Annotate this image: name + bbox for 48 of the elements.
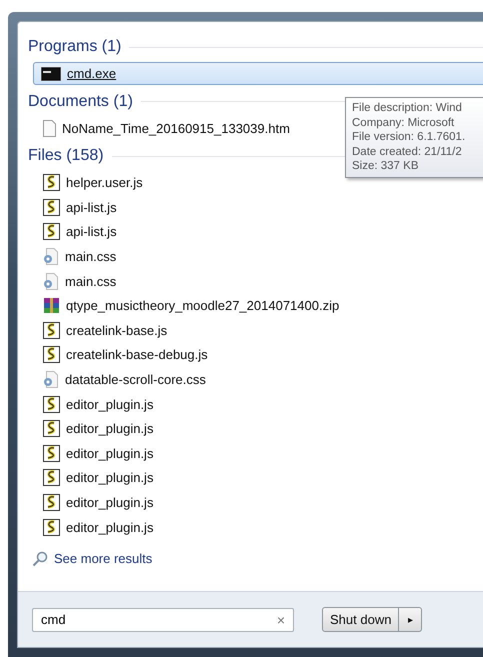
shut-down-button[interactable]: Shut down [322, 607, 400, 632]
tooltip-line: Date created: 21/11/2 [352, 144, 463, 159]
result-item[interactable]: api-list.js [28, 196, 122, 219]
tooltip-line: Company: Microsoft [352, 116, 456, 130]
tooltip-line: File description: Wind [352, 101, 463, 116]
section-heading: Files (158) [28, 147, 104, 166]
script-icon [43, 494, 60, 511]
tooltip-line: Size: 337 KB [352, 159, 420, 174]
console-icon [41, 66, 61, 80]
result-item[interactable]: datatable-scroll-core.css [28, 368, 211, 391]
result-item[interactable]: NoName_Time_20160915_133039.htm [28, 116, 295, 140]
result-item[interactable]: cmd.exe [33, 62, 483, 85]
see-more-link[interactable]: See more results [54, 551, 152, 566]
section-heading: Documents (1) [28, 92, 133, 111]
settings-file-icon [43, 370, 59, 388]
result-item[interactable]: editor_plugin.js [28, 392, 158, 416]
result-item[interactable]: api-list.js [28, 220, 122, 244]
script-icon [43, 198, 60, 216]
settings-file-icon [43, 248, 59, 265]
tooltip-line: File version: 6.1.7601. [352, 130, 466, 144]
result-item[interactable]: helper.user.js [28, 171, 148, 194]
result-item[interactable]: editor_plugin.js [28, 442, 158, 465]
script-icon [43, 346, 60, 364]
script-icon [43, 420, 60, 438]
section-heading: Programs (1) [28, 38, 122, 56]
result-item[interactable]: editor_plugin.js [28, 516, 158, 538]
result-item[interactable]: editor_plugin.js [28, 466, 158, 490]
result-item[interactable]: createlink-base.js [28, 318, 172, 342]
result-item[interactable]: main.css [28, 270, 122, 293]
search-field[interactable]: cmd × [32, 608, 294, 632]
script-icon [43, 322, 60, 339]
clear-button[interactable]: × [276, 612, 285, 628]
result-item[interactable]: editor_plugin.js [28, 417, 158, 440]
result-item[interactable]: main.css [28, 244, 122, 268]
search-icon [32, 550, 48, 566]
script-icon [43, 396, 60, 413]
script-icon [43, 518, 60, 536]
shut-down-options-button[interactable]: ▸ [399, 607, 422, 632]
archive-icon [43, 297, 60, 314]
result-item[interactable]: editor_plugin.js [28, 490, 158, 514]
script-icon [43, 174, 60, 192]
result-item[interactable]: createlink-base-debug.js [28, 343, 213, 366]
script-icon [43, 469, 60, 486]
settings-file-icon [43, 272, 59, 290]
script-icon [43, 223, 60, 240]
script-icon [43, 444, 60, 462]
document-icon [43, 120, 56, 137]
result-item[interactable]: qtype_musictheory_moodle27_2014071400.zip [28, 294, 344, 318]
